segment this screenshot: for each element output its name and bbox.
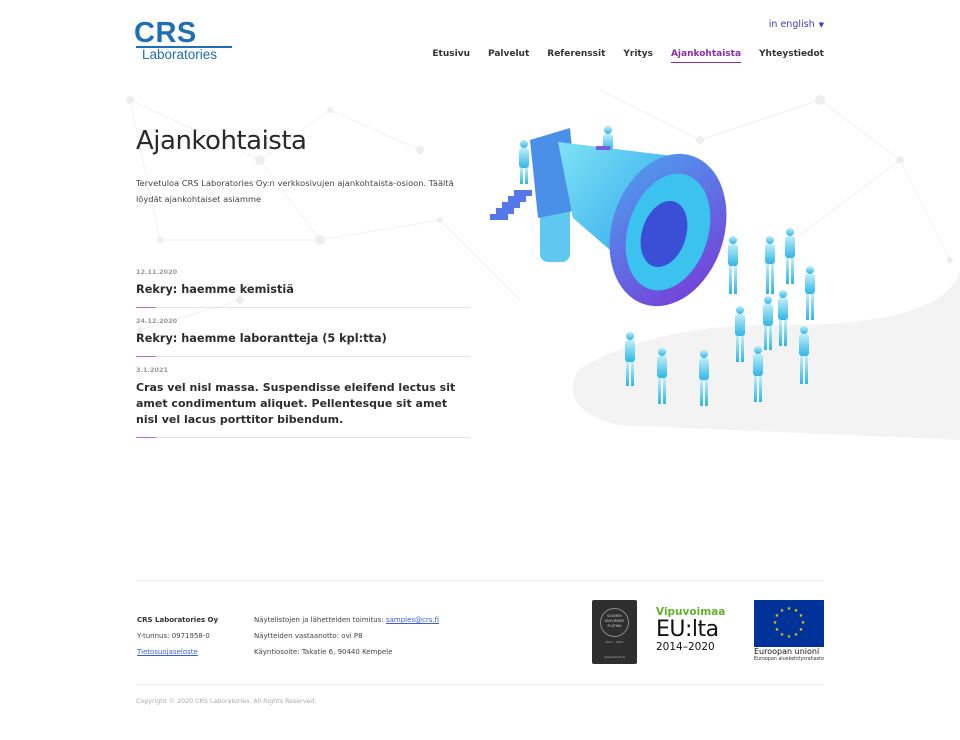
footer-company-info: CRS Laboratories Oy Y-tunnus: 0971958-0 … — [137, 612, 218, 660]
nav-item-etusivu[interactable]: Etusivu — [432, 49, 470, 63]
svg-text:★: ★ — [787, 606, 792, 612]
vipuvoimaa-line3: 2014–2020 — [656, 641, 715, 653]
news-date: 24.12.2020 — [136, 317, 178, 325]
badge-years: 2017 - 2021 — [605, 640, 624, 644]
nav-item-yhteystiedot[interactable]: Yhteystiedot — [759, 49, 824, 63]
svg-text:★: ★ — [794, 632, 799, 638]
privacy-link[interactable]: Tietosuojaseloste — [137, 648, 198, 656]
footer-samples-label: Näytelistojen ja lähetteiden toimitus: — [254, 616, 386, 624]
badge-line3: PLATINA — [607, 624, 622, 628]
eu-logo: ★ ★ ★ ★ ★ ★ ★ ★ ★ ★ ★ ★ Euroopan unioni … — [754, 600, 824, 664]
svg-text:★: ★ — [799, 613, 804, 619]
svg-text:★: ★ — [773, 620, 778, 626]
news-title[interactable]: Cras vel nisl massa. Suspendisse eleifen… — [136, 380, 470, 428]
svg-text:★: ★ — [775, 627, 780, 633]
vipuvoimaa-line2: EU:lta — [656, 617, 719, 642]
page-title: Ajankohtaista — [136, 126, 307, 156]
svg-text:★: ★ — [799, 627, 804, 633]
footer-address: Käyntiosoite: Takatie 6, 90440 Kempele — [254, 648, 393, 656]
footer-divider-bottom — [136, 684, 824, 685]
badge-site: asiakastieto.fi — [604, 655, 625, 659]
eu-line2: Euroopan aluekehitysrahasto — [754, 657, 824, 662]
person-standing — [519, 140, 529, 184]
nav-item-yritys[interactable]: Yritys — [623, 49, 653, 63]
news-item[interactable]: 12.11.2020 Rekry: haemme kemistiä — [136, 268, 470, 308]
footer-company-name: CRS Laboratories Oy — [137, 616, 219, 624]
stairs — [490, 190, 532, 220]
eu-line1: Euroopan unioni — [754, 647, 820, 656]
logo-subtitle: Laboratories — [142, 47, 218, 62]
news-item[interactable]: 24.12.2020 Rekry: haemme laborantteja (5… — [136, 317, 470, 357]
caret-down-icon: ▼ — [818, 21, 824, 29]
footer-reception: Näytteiden vastaanotto: ovi P8 — [254, 632, 363, 640]
megaphone-crowd-illustration — [490, 126, 960, 440]
main-content: Ajankohtaista Tervetuloa CRS Laboratorie… — [136, 126, 470, 207]
svg-text:★: ★ — [801, 620, 806, 626]
svg-text:★: ★ — [780, 632, 785, 638]
language-switch-label: in english — [768, 19, 815, 30]
footer-divider-top — [136, 580, 824, 581]
copyright-text: Copyright © 2020 CRS Laboratories. All R… — [136, 698, 317, 705]
news-item[interactable]: 3.1.2021 Cras vel nisl massa. Suspendiss… — [136, 366, 470, 438]
news-list: 12.11.2020 Rekry: haemme kemistiä 24.12.… — [136, 268, 470, 447]
crs-logo[interactable]: CRS Laboratories — [134, 18, 234, 62]
samples-email-link[interactable]: samples@crs.fi — [386, 616, 439, 624]
eu-flag-icon: ★ ★ ★ ★ ★ ★ ★ ★ ★ ★ ★ ★ — [754, 600, 824, 647]
footer-business-id: Y-tunnus: 0971958-0 — [137, 632, 210, 640]
svg-text:★: ★ — [780, 608, 785, 614]
site-header: CRS Laboratories in english ▼ Etusivu Pal… — [0, 0, 960, 80]
footer-samples-line: Näytelistojen ja lähetteiden toimitus: s… — [254, 612, 439, 628]
vipuvoimaa-logo: Vipuvoimaa EU:lta 2014–2020 — [656, 606, 736, 653]
nav-item-ajankohtaista[interactable]: Ajankohtaista — [670, 49, 742, 63]
nav-item-palvelut[interactable]: Palvelut — [488, 49, 529, 63]
svg-text:★: ★ — [787, 634, 792, 640]
news-date: 12.11.2020 — [136, 268, 178, 276]
footer-contact-info: Näytelistojen ja lähetteiden toimitus: s… — [254, 612, 439, 660]
news-title[interactable]: Rekry: haemme laborantteja (5 kpl:tta) — [136, 331, 470, 347]
suomen-vahvimmat-badge[interactable]: SUOMEN VAHVIMMAT PLATINA 2017 - 2021 asi… — [592, 600, 637, 664]
news-date: 3.1.2021 — [136, 366, 169, 374]
person-sitting — [596, 126, 613, 150]
logo-wordmark: CRS — [134, 17, 197, 49]
language-switch[interactable]: in english ▼ — [769, 19, 824, 30]
main-nav: Etusivu Palvelut Referenssit Yritys Ajan… — [432, 49, 824, 63]
nav-item-referenssit[interactable]: Referenssit — [547, 49, 605, 63]
intro-text: Tervetuloa CRS Laboratories Oy:n verkkos… — [136, 178, 454, 204]
news-title[interactable]: Rekry: haemme kemistiä — [136, 282, 470, 298]
